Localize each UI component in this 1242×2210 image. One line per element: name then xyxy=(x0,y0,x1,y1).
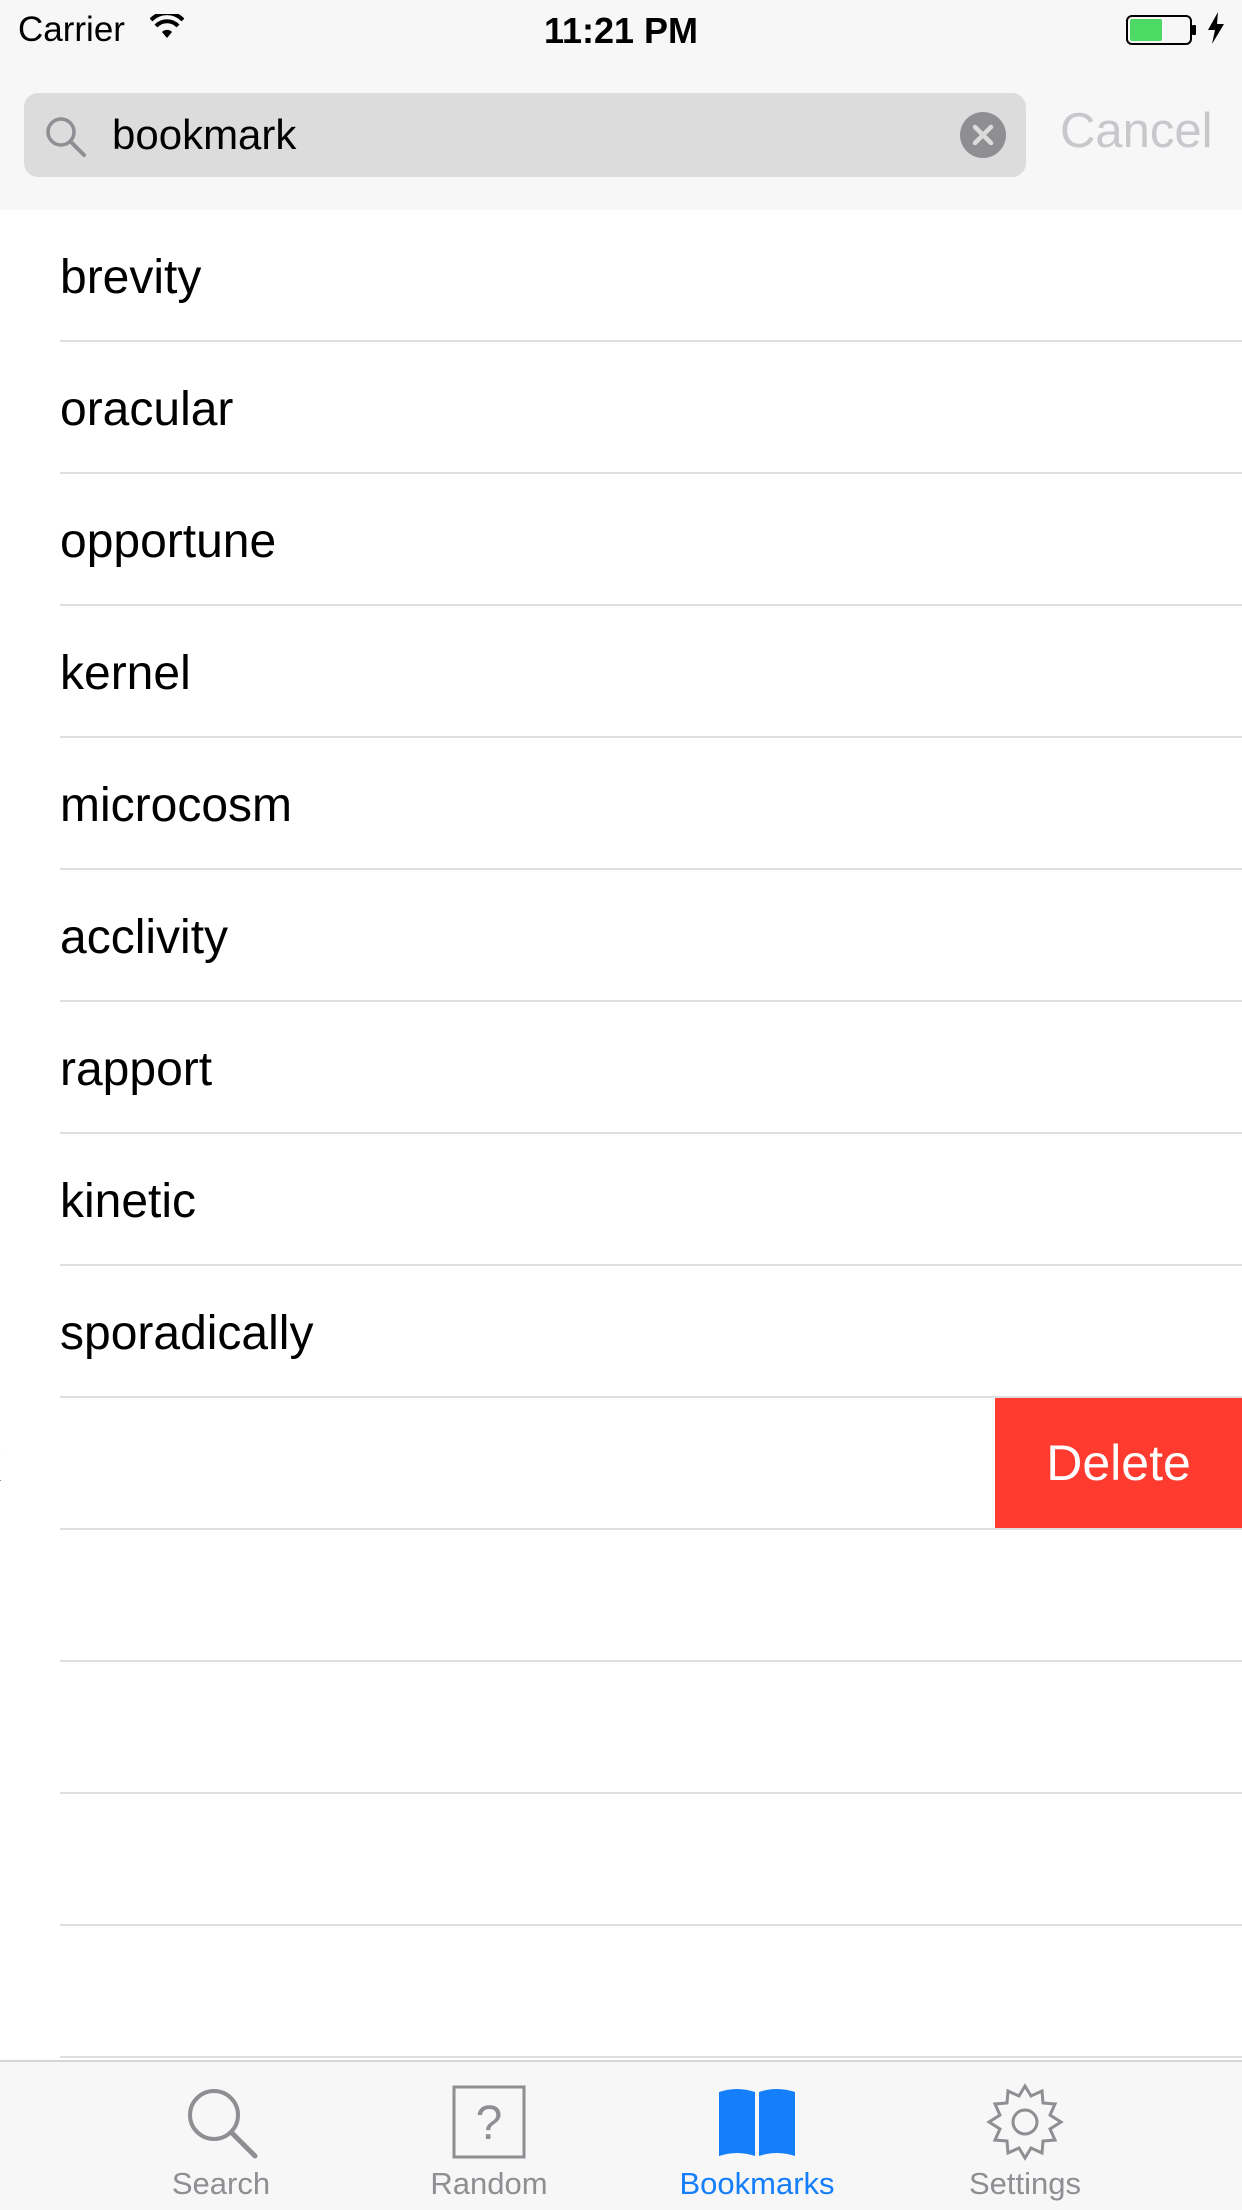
tab-label: Settings xyxy=(968,2166,1081,2201)
search-field[interactable] xyxy=(24,93,1026,177)
cancel-button[interactable]: Cancel xyxy=(1060,103,1213,159)
list-item-label: microcosm xyxy=(60,779,293,832)
clear-search-button[interactable] xyxy=(960,112,1006,158)
bookmark-list: brevity oracular opportune kernel microc… xyxy=(0,210,1242,2058)
tab-random[interactable]: ? Random xyxy=(369,2062,609,2210)
list-item[interactable]: rapport xyxy=(0,1002,1242,1134)
list-item-label: bookmark xyxy=(0,1438,1,1493)
status-time: 11:21 PM xyxy=(543,10,699,51)
search-icon xyxy=(181,2082,261,2162)
empty-row xyxy=(0,1530,1242,1662)
swiped-list-item[interactable]: bookmark Delete xyxy=(0,1398,1242,1530)
tab-bar: Search ? Random Bookmarks Settings xyxy=(0,2060,1242,2210)
question-box-icon: ? xyxy=(449,2082,529,2162)
clear-icon xyxy=(972,124,994,146)
list-item[interactable]: brevity xyxy=(0,210,1242,342)
tab-label: Search xyxy=(171,2166,271,2201)
list-item[interactable]: opportune xyxy=(0,474,1242,606)
list-item[interactable]: kernel xyxy=(0,606,1242,738)
tab-label: Random xyxy=(430,2166,548,2201)
list-item-label: oracular xyxy=(60,383,234,436)
row-divider xyxy=(60,2056,1242,2058)
list-item-label: brevity xyxy=(60,251,202,304)
status-bar: Carrier 11:21 PM xyxy=(0,0,1242,60)
search-header: Cancel xyxy=(0,60,1242,210)
list-item-label: rapport xyxy=(60,1043,213,1096)
charging-bolt-icon xyxy=(1206,12,1226,49)
tab-settings[interactable]: Settings xyxy=(905,2062,1145,2210)
list-item[interactable]: microcosm xyxy=(0,738,1242,870)
list-item[interactable]: oracular xyxy=(0,342,1242,474)
list-item-label: kinetic xyxy=(60,1175,197,1228)
book-icon xyxy=(717,2082,797,2162)
list-item-label: acclivity xyxy=(60,911,229,964)
delete-button[interactable]: Delete xyxy=(995,1398,1242,1528)
list-item-label: sporadically xyxy=(60,1307,314,1360)
list-item[interactable]: kinetic xyxy=(0,1134,1242,1266)
search-input[interactable] xyxy=(112,111,952,159)
search-icon xyxy=(44,115,88,164)
empty-row xyxy=(0,1662,1242,1794)
list-item-label: opportune xyxy=(60,515,277,568)
tab-label: Bookmarks xyxy=(679,2166,835,2201)
tab-search[interactable]: Search xyxy=(101,2062,341,2210)
list-item[interactable]: acclivity xyxy=(0,870,1242,1002)
gear-icon xyxy=(985,2082,1065,2162)
battery-icon xyxy=(1126,14,1198,51)
list-item-label: kernel xyxy=(60,647,191,700)
list-item[interactable]: sporadically xyxy=(0,1266,1242,1398)
svg-text:?: ? xyxy=(476,2097,503,2150)
empty-row xyxy=(0,1794,1242,1926)
empty-row xyxy=(0,1926,1242,2058)
tab-bookmarks[interactable]: Bookmarks xyxy=(637,2062,877,2210)
